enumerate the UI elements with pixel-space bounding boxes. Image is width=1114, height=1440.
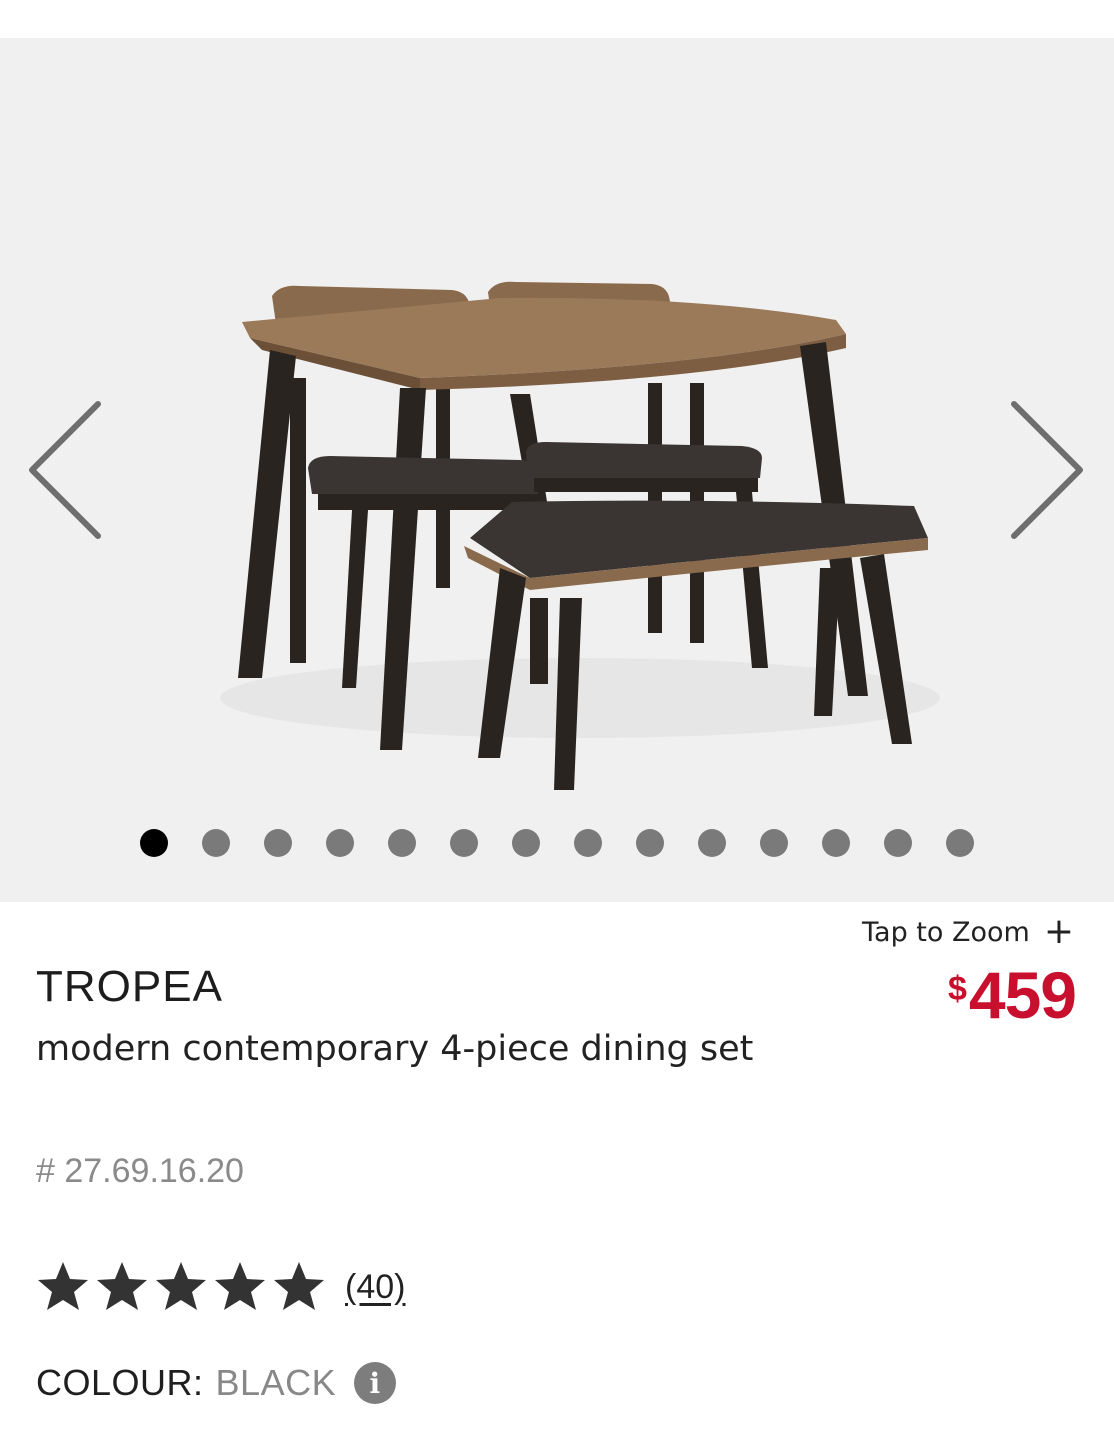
carousel-dot[interactable]: [946, 829, 974, 857]
colour-value: BLACK: [215, 1362, 337, 1403]
carousel-dot[interactable]: [698, 829, 726, 857]
price-amount: 459: [968, 958, 1077, 1032]
zoom-label: Tap to Zoom: [862, 916, 1030, 948]
review-count-link[interactable]: (40): [345, 1268, 405, 1307]
price: $ 459: [947, 958, 1077, 1032]
carousel-dot[interactable]: [760, 829, 788, 857]
carousel-dot[interactable]: [512, 829, 540, 857]
product-page: Tap to Zoom + $ 459 TROPEA modern contem…: [0, 0, 1114, 1440]
product-brand: TROPEA: [36, 962, 223, 1011]
image-gallery[interactable]: [0, 38, 1114, 902]
star-icon: [215, 1262, 265, 1310]
carousel-dot[interactable]: [202, 829, 230, 857]
previous-image-button[interactable]: [20, 398, 110, 548]
next-image-button[interactable]: [1002, 398, 1092, 548]
carousel-dot[interactable]: [388, 829, 416, 857]
carousel-dot[interactable]: [636, 829, 664, 857]
status-spacer: [0, 0, 1114, 38]
rating: (40): [34, 1258, 405, 1316]
star-icon: [156, 1262, 206, 1310]
plus-icon: +: [1043, 911, 1074, 952]
chevron-right-icon: [1011, 401, 1083, 539]
star-icon: [38, 1262, 88, 1310]
carousel-dot[interactable]: [822, 829, 850, 857]
carousel-dot[interactable]: [574, 829, 602, 857]
info-icon[interactable]: i: [354, 1362, 397, 1404]
carousel-dot[interactable]: [264, 829, 292, 857]
star-rating: [34, 1258, 329, 1316]
price-currency: $: [947, 970, 967, 1008]
carousel-dot[interactable]: [884, 829, 912, 857]
colour-selector: COLOUR: BLACK i: [36, 1362, 397, 1404]
star-icon: [97, 1262, 147, 1310]
carousel-dot[interactable]: [450, 829, 478, 857]
product-image: [220, 281, 940, 790]
colour-label: COLOUR:: [36, 1362, 204, 1403]
carousel-dot[interactable]: [140, 829, 168, 857]
chevron-left-icon: [29, 401, 101, 539]
carousel-dot[interactable]: [326, 829, 354, 857]
star-icon: [274, 1262, 324, 1310]
product-title: modern contemporary 4-piece dining set: [36, 1029, 754, 1069]
carousel-indicators: [0, 829, 1114, 857]
tap-to-zoom-button[interactable]: Tap to Zoom +: [862, 914, 1074, 950]
product-sku: # 27.69.16.20: [36, 1152, 244, 1190]
